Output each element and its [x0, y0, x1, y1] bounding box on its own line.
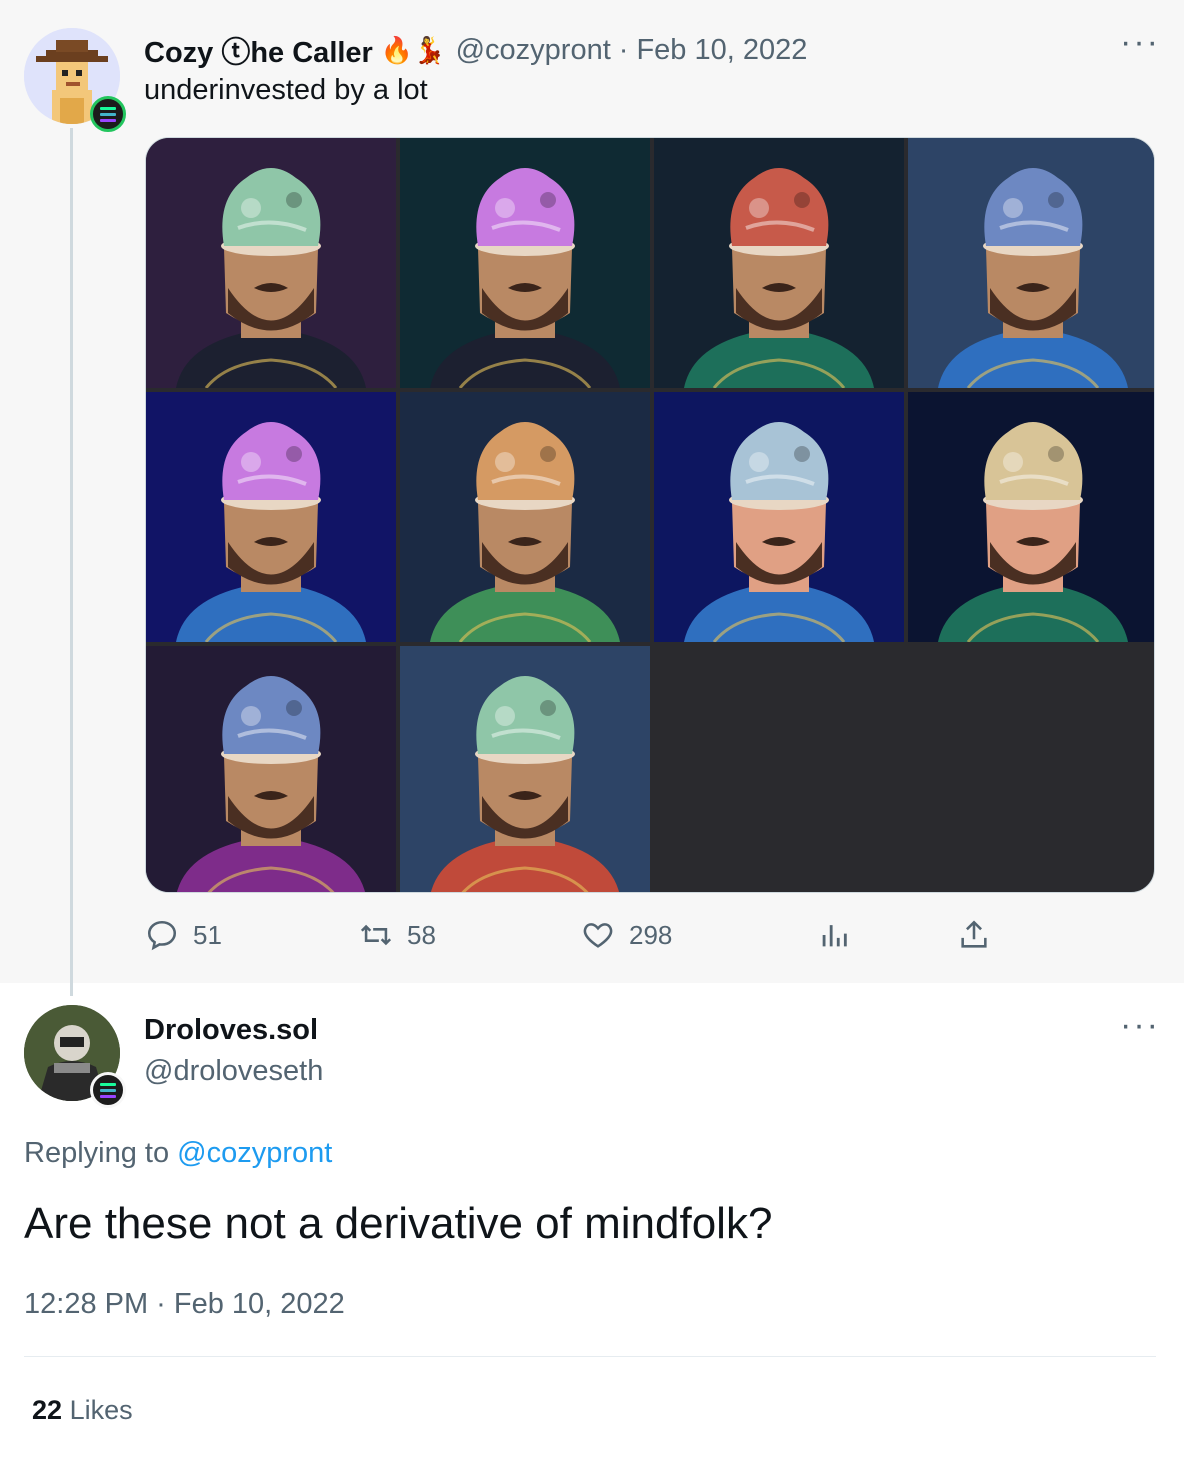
bearded-head-artwork-icon	[654, 392, 904, 642]
nft-image-tile[interactable]	[654, 392, 904, 642]
reply-author-name[interactable]: Droloves.sol	[144, 1014, 318, 1047]
nft-image-tile[interactable]	[908, 392, 1154, 642]
parent-tweet[interactable]: Cozy ⓣhe Caller 🔥💃 @cozypront · Feb 10, …	[0, 0, 1184, 996]
tweet-actions: 51 58 298	[145, 918, 1005, 962]
author-handle[interactable]: @cozypront	[456, 34, 611, 67]
emoji-icons: 🔥💃	[380, 34, 446, 65]
bearded-head-artwork-icon	[400, 392, 650, 642]
heart-icon	[583, 923, 613, 948]
nft-image-tile[interactable]	[400, 392, 650, 642]
tweet-text: underinvested by a lot	[144, 74, 428, 106]
reply-text: Are these not a derivative of mindfolk?	[24, 1199, 773, 1248]
thread-connector-line	[70, 128, 73, 996]
media-image-grid[interactable]	[145, 137, 1155, 893]
bearded-head-artwork-icon	[908, 138, 1154, 388]
reply-count: 51	[193, 919, 222, 950]
like-count: 298	[629, 919, 673, 950]
likes-label: Likes	[69, 1395, 133, 1425]
replying-prefix: Replying to	[24, 1137, 178, 1169]
more-options-icon[interactable]: ···	[1120, 25, 1160, 59]
bearded-head-artwork-icon	[146, 392, 396, 642]
nft-image-tile[interactable]	[400, 646, 650, 892]
bearded-head-artwork-icon	[400, 138, 650, 388]
share-icon	[961, 920, 987, 948]
reply-button[interactable]: 51	[145, 918, 222, 952]
likes-summary[interactable]: 22 Likes	[32, 1395, 133, 1426]
reply-timestamp[interactable]: 12:28 PM · Feb 10, 2022	[24, 1288, 345, 1321]
separator: ·	[618, 33, 629, 66]
divider	[24, 1356, 1156, 1357]
like-button[interactable]: 298	[581, 918, 672, 952]
nft-image-tile[interactable]	[146, 138, 396, 388]
more-options-icon[interactable]: ···	[1120, 1008, 1160, 1042]
bearded-head-artwork-icon	[908, 392, 1154, 642]
bearded-head-artwork-icon	[146, 138, 396, 388]
retweet-button[interactable]: 58	[359, 918, 436, 952]
likes-count: 22	[32, 1395, 63, 1425]
retweet-count: 58	[407, 919, 436, 950]
bearded-head-artwork-icon	[146, 646, 396, 892]
solana-badge-icon	[90, 1072, 126, 1108]
reply-icon	[147, 920, 177, 951]
nft-image-tile[interactable]	[146, 646, 396, 892]
nft-image-tile[interactable]	[146, 392, 396, 642]
share-button[interactable]	[957, 918, 991, 952]
bearded-head-artwork-icon	[654, 138, 904, 388]
analytics-icon	[822, 925, 847, 947]
retweet-icon	[360, 924, 392, 946]
replying-to-link[interactable]: @cozypront	[177, 1137, 332, 1169]
solana-badge-icon	[90, 96, 126, 132]
tweet-date[interactable]: Feb 10, 2022	[636, 34, 807, 67]
reply-author-handle[interactable]: @droloveseth	[144, 1055, 323, 1088]
author-name[interactable]: Cozy ⓣhe Caller	[144, 29, 373, 71]
nft-image-tile[interactable]	[908, 138, 1154, 388]
analytics-button[interactable]	[817, 918, 851, 952]
nft-image-tile[interactable]	[400, 138, 650, 388]
nft-tile-grid	[146, 138, 1154, 892]
replying-to-line: Replying to @cozypront	[24, 1137, 332, 1170]
tweet-header: Cozy ⓣhe Caller 🔥💃 @cozypront · Feb 10, …	[144, 30, 807, 70]
bearded-head-artwork-icon	[400, 646, 650, 892]
nft-image-tile[interactable]	[654, 138, 904, 388]
